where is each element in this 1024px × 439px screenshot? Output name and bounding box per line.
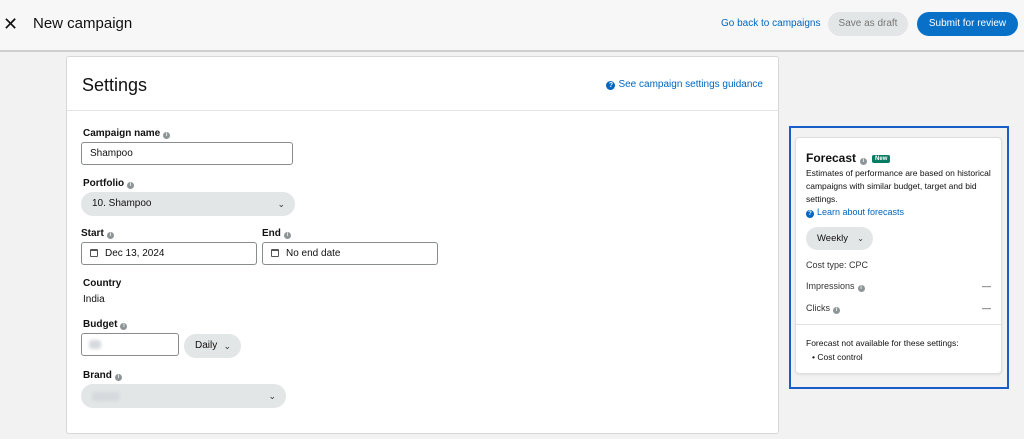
help-icon: ?	[606, 81, 616, 90]
divider	[67, 110, 778, 111]
end-label: End i	[262, 228, 291, 240]
start-label: Start i	[81, 228, 114, 240]
info-icon: i	[857, 285, 865, 292]
learn-forecasts-link[interactable]: ? Learn about forecasts	[806, 206, 904, 218]
country-value: India	[83, 294, 105, 305]
forecast-title-text: Forecast	[806, 151, 857, 165]
impressions-label-text: Impressions	[806, 281, 855, 291]
clicks-label: Clicks i	[806, 303, 840, 314]
budget-period-select[interactable]: Daily ⌄	[184, 334, 241, 358]
forecast-unavailable-text: Forecast not available for these setting…	[806, 338, 959, 348]
info-icon: i	[833, 307, 840, 314]
clicks-value: —	[982, 303, 991, 313]
brand-select[interactable]: ⌄	[81, 384, 286, 408]
settings-card: Settings ? See campaign settings guidance…	[66, 56, 779, 434]
guidance-link-label: See campaign settings guidance	[618, 79, 763, 90]
brand-label: Brand i	[83, 370, 122, 382]
new-badge: New	[872, 155, 891, 163]
forecast-card: Forecast i New Estimates of performance ar…	[795, 137, 1002, 374]
guidance-link[interactable]: ? See campaign settings guidance	[606, 79, 763, 91]
info-icon: i	[163, 132, 171, 139]
learn-forecasts-label: Learn about forecasts	[817, 207, 905, 217]
country-label: Country	[83, 278, 122, 289]
settings-title: Settings	[82, 75, 148, 95]
budget-period-value: Daily	[195, 340, 218, 351]
cost-type: Cost type: CPC	[806, 260, 869, 270]
info-icon: i	[127, 182, 135, 189]
info-icon: i	[860, 158, 868, 165]
period-select[interactable]: Weekly ⌄	[806, 227, 873, 250]
close-icon[interactable]: ✕	[3, 14, 18, 34]
period-value: Weekly	[817, 233, 848, 244]
page-title: New campaign	[33, 15, 133, 32]
info-icon: i	[120, 323, 128, 330]
chevron-down-icon: ⌄	[223, 341, 231, 351]
impressions-value: —	[982, 281, 991, 291]
divider	[796, 324, 1001, 325]
start-date-input[interactable]: Dec 13, 2024	[81, 242, 257, 265]
end-date-input[interactable]: No end date	[262, 242, 438, 265]
campaign-name-label-text: Campaign name	[83, 128, 161, 139]
budget-input[interactable]	[81, 333, 179, 356]
portfolio-label: Portfolio i	[83, 178, 135, 190]
info-icon: i	[106, 232, 114, 239]
budget-label-text: Budget	[83, 319, 118, 330]
unavailable-item-text: Cost control	[817, 352, 863, 362]
unavailable-item: • Cost control	[812, 352, 863, 362]
end-label-text: End	[262, 228, 281, 239]
start-label-text: Start	[81, 228, 104, 239]
info-icon: i	[114, 374, 122, 381]
calendar-icon	[90, 249, 98, 257]
portfolio-value: 10. Shampoo	[92, 198, 152, 209]
clicks-label-text: Clicks	[806, 303, 830, 313]
chevron-down-icon: ⌄	[268, 391, 276, 401]
submit-button[interactable]: Submit for review	[917, 12, 1018, 36]
blurred-value	[89, 340, 101, 349]
forecast-title: Forecast i New	[806, 151, 891, 165]
portfolio-label-text: Portfolio	[83, 178, 125, 189]
campaign-name-input[interactable]: Shampoo	[81, 142, 293, 165]
calendar-icon	[271, 249, 279, 257]
start-date-value: Dec 13, 2024	[105, 248, 165, 259]
chevron-down-icon: ⌄	[277, 199, 285, 209]
back-to-campaigns-link[interactable]: Go back to campaigns	[721, 18, 821, 30]
blurred-value	[92, 392, 120, 401]
info-icon: i	[283, 232, 291, 239]
save-draft-button[interactable]: Save as draft	[828, 12, 908, 36]
end-date-value: No end date	[286, 248, 341, 259]
brand-label-text: Brand	[83, 370, 112, 381]
portfolio-select[interactable]: 10. Shampoo ⌄	[81, 192, 295, 216]
help-icon: ?	[806, 210, 814, 218]
budget-label: Budget i	[83, 319, 128, 331]
impressions-label: Impressions i	[806, 281, 865, 292]
campaign-name-label: Campaign name i	[83, 128, 171, 140]
top-bar: ✕ New campaign Go back to campaigns Save…	[0, 0, 1024, 52]
forecast-description: Estimates of performance are based on hi…	[806, 168, 991, 204]
chevron-down-icon: ⌄	[857, 234, 864, 243]
